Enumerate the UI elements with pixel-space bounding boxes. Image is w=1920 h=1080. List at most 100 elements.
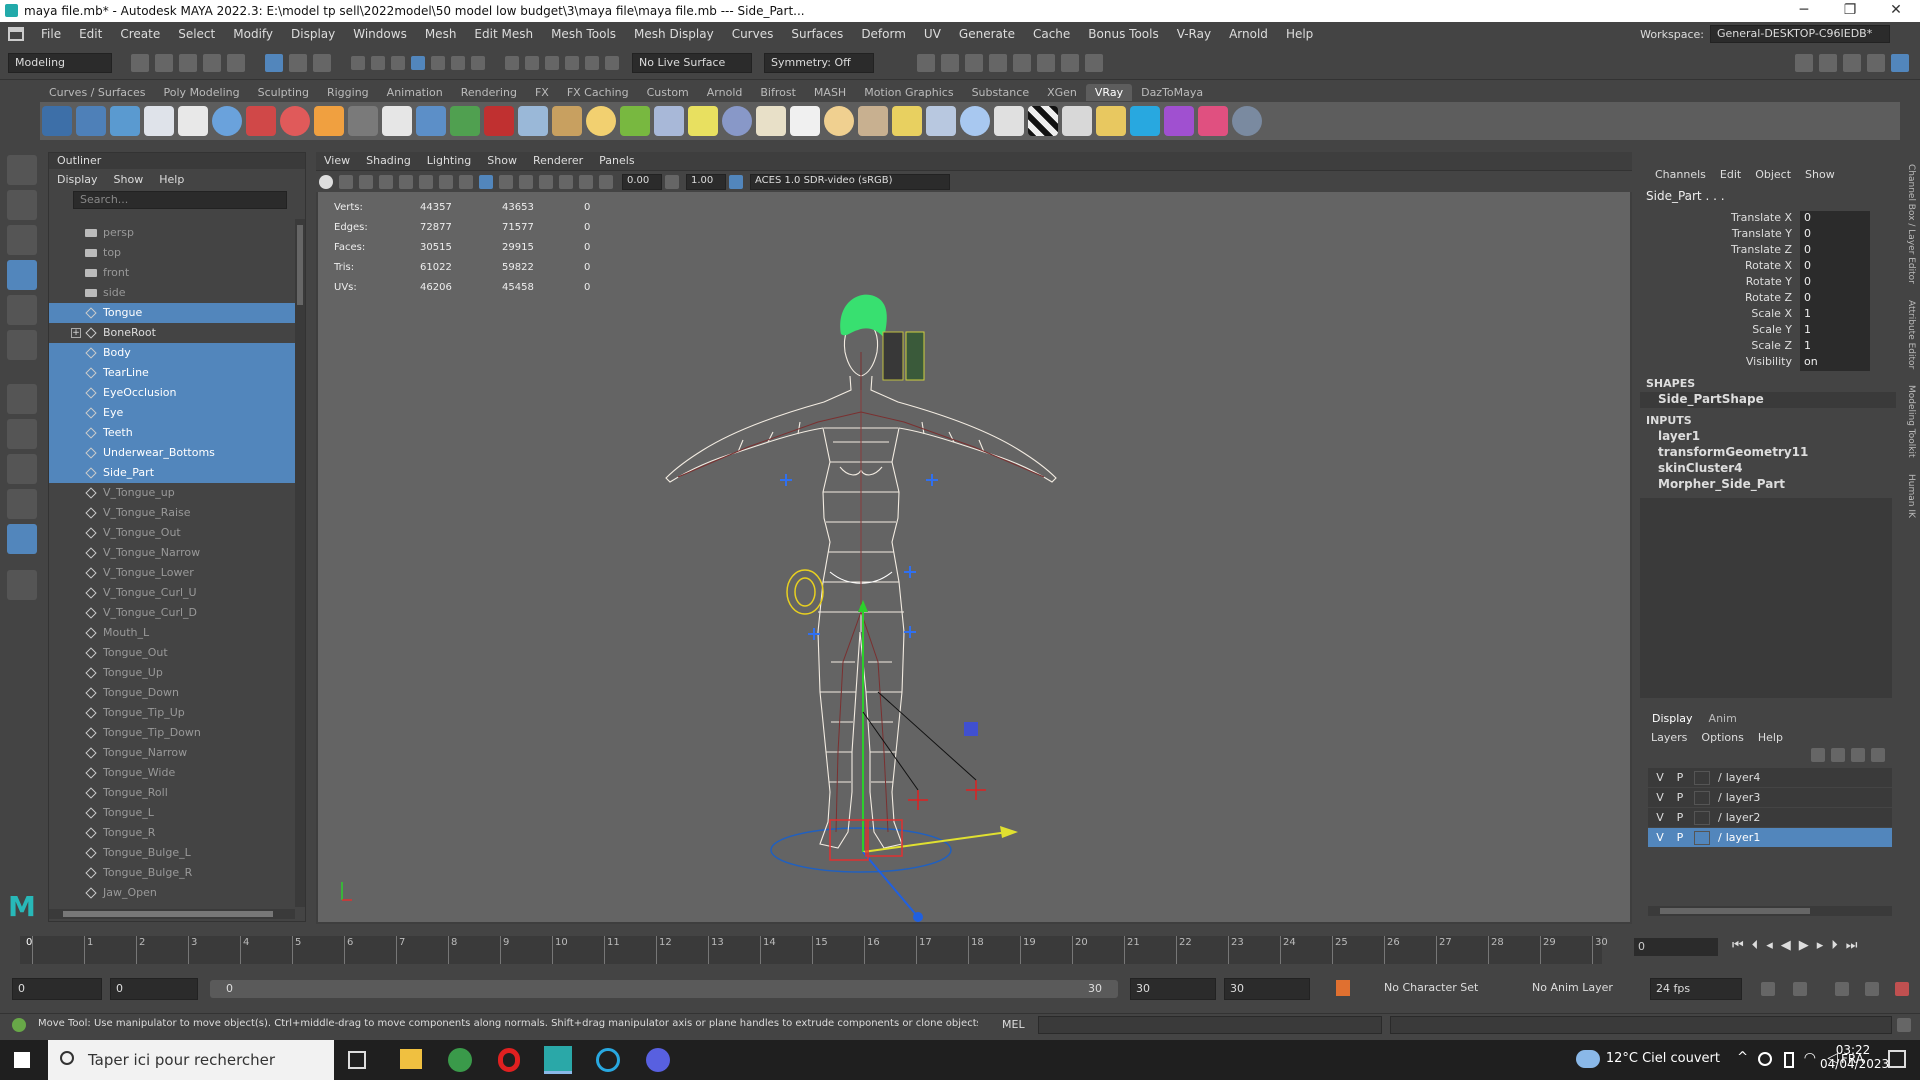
outliner-item[interactable]: V_Tongue_Raise bbox=[49, 503, 295, 523]
four-view-icon[interactable] bbox=[7, 454, 37, 484]
menu-help[interactable]: Help bbox=[1277, 22, 1322, 46]
shelf-tab-xgen[interactable]: XGen bbox=[1038, 84, 1086, 101]
render-settings-icon[interactable] bbox=[989, 53, 1007, 72]
input-icon[interactable] bbox=[545, 55, 559, 70]
outliner-item[interactable]: Teeth bbox=[49, 423, 295, 443]
step-forward-key-icon[interactable]: ⏵ bbox=[1831, 938, 1838, 953]
attribute-editor-icon[interactable] bbox=[1843, 54, 1861, 72]
mel-label[interactable]: MEL bbox=[1002, 1018, 1025, 1031]
select-component-icon[interactable] bbox=[313, 53, 331, 72]
search-icon[interactable] bbox=[7, 570, 37, 600]
step-back-frame-icon[interactable]: ◂ bbox=[1766, 938, 1773, 953]
viewport-menu-renderer[interactable]: Renderer bbox=[525, 152, 591, 170]
channel-attr-name[interactable]: Translate Y bbox=[1640, 227, 1800, 243]
step-back-key-icon[interactable]: ⏴ bbox=[1752, 938, 1759, 953]
cinema-app-icon[interactable] bbox=[596, 1048, 620, 1072]
channel-attr-name[interactable]: Rotate X bbox=[1640, 259, 1800, 275]
shelf-tab-motion-graphics[interactable]: Motion Graphics bbox=[855, 84, 962, 101]
move-layer-down-icon[interactable] bbox=[1831, 748, 1845, 762]
exposure-field[interactable]: 0.00 bbox=[622, 173, 662, 190]
input-node[interactable]: transformGeometry11 bbox=[1640, 445, 1896, 461]
channel-box-menu-object[interactable]: Object bbox=[1748, 168, 1798, 181]
move-tool-icon[interactable] bbox=[7, 260, 37, 290]
outliner-item[interactable]: Underwear_Bottoms bbox=[49, 443, 295, 463]
hair-mesh[interactable] bbox=[840, 294, 887, 338]
channel-box-menu-edit[interactable]: Edit bbox=[1713, 168, 1748, 181]
tray-chevron-icon[interactable]: ^ bbox=[1737, 1050, 1748, 1065]
layer-tab-display[interactable]: Display bbox=[1644, 710, 1701, 727]
outliner-item[interactable]: Tongue_Bulge_L bbox=[49, 843, 295, 863]
move-z-handle[interactable] bbox=[913, 912, 923, 922]
menu-bonus-tools[interactable]: Bonus Tools bbox=[1079, 22, 1167, 46]
face-gui-panel-b[interactable] bbox=[905, 331, 925, 381]
go-to-end-icon[interactable]: ⏭ bbox=[1846, 938, 1858, 953]
gamma-icon[interactable] bbox=[665, 174, 679, 189]
menu-curves[interactable]: Curves bbox=[723, 22, 783, 46]
move-y-handle[interactable] bbox=[858, 600, 868, 612]
outliner-item[interactable]: EyeOcclusion bbox=[49, 383, 295, 403]
channel-box-icon[interactable] bbox=[1891, 54, 1909, 72]
shelf-tab-mash[interactable]: MASH bbox=[805, 84, 855, 101]
shelf-tab-bifrost[interactable]: Bifrost bbox=[751, 84, 805, 101]
layer-color-swatch[interactable] bbox=[1694, 830, 1710, 845]
channel-attr-value[interactable]: 1 bbox=[1800, 307, 1870, 323]
vray-render-icon[interactable] bbox=[1037, 53, 1055, 72]
workspace-dropdown[interactable]: General-DESKTOP-C96IEDB* bbox=[1710, 25, 1890, 43]
playback-start-field[interactable]: 0 bbox=[110, 978, 198, 1000]
outliner-search-input[interactable]: Search... bbox=[73, 191, 287, 209]
menu-deform[interactable]: Deform bbox=[852, 22, 915, 46]
snap-plane-icon[interactable] bbox=[431, 55, 445, 70]
modeling-toolkit-icon[interactable] bbox=[1819, 54, 1837, 72]
task-view-icon[interactable] bbox=[348, 1051, 366, 1069]
viewport-menu-panels[interactable]: Panels bbox=[591, 152, 642, 170]
vray-globe-icon[interactable] bbox=[586, 106, 616, 136]
sound-icon[interactable] bbox=[1835, 982, 1849, 996]
channel-attr-value[interactable]: on bbox=[1800, 355, 1870, 371]
expand-icon[interactable]: + bbox=[71, 328, 81, 338]
outliner-item[interactable]: Tongue_Bulge_R bbox=[49, 863, 295, 883]
xray-icon[interactable] bbox=[559, 174, 573, 189]
vray-cloud-icon[interactable] bbox=[1130, 106, 1160, 136]
viewport-menu-show[interactable]: Show bbox=[479, 152, 525, 170]
symmetry-dropdown[interactable]: Symmetry: Off bbox=[764, 52, 874, 73]
clock[interactable]: 03:22 04/04/2023 bbox=[1820, 1043, 1889, 1071]
resolution-gate-icon[interactable] bbox=[439, 174, 453, 189]
layer-row[interactable]: V P / layer3 bbox=[1648, 788, 1892, 808]
channel-attr-row[interactable]: Scale X1 bbox=[1640, 307, 1896, 323]
file-explorer-icon[interactable] bbox=[400, 1049, 422, 1069]
outliner-item[interactable]: V_Tongue_up bbox=[49, 483, 295, 503]
outliner-item[interactable]: Mouth_L bbox=[49, 623, 295, 643]
menu-edit-mesh[interactable]: Edit Mesh bbox=[465, 22, 542, 46]
color-management-icon[interactable] bbox=[729, 174, 743, 189]
layer-tab-anim[interactable]: Anim bbox=[1701, 710, 1745, 727]
move-z-axis[interactable] bbox=[862, 851, 919, 918]
auto-key-icon[interactable] bbox=[1336, 980, 1350, 996]
play-backward-icon[interactable]: ◀ bbox=[1781, 938, 1791, 953]
save-scene-icon[interactable] bbox=[179, 53, 197, 72]
grid-icon[interactable] bbox=[399, 174, 413, 189]
shape-node[interactable]: Side_PartShape bbox=[1640, 392, 1896, 408]
vray-vision-icon[interactable] bbox=[1164, 106, 1194, 136]
vray-terrain-icon[interactable] bbox=[450, 106, 480, 136]
menu-windows[interactable]: Windows bbox=[344, 22, 416, 46]
vray-box-icon[interactable] bbox=[382, 106, 412, 136]
maya-taskbar-icon[interactable] bbox=[544, 1046, 572, 1074]
anim-prefs-icon[interactable] bbox=[1895, 982, 1909, 996]
maximize-button[interactable]: ❐ bbox=[1830, 2, 1870, 18]
input-node[interactable]: skinCluster4 bbox=[1640, 461, 1896, 477]
outliner-item[interactable]: + BoneRoot bbox=[49, 323, 295, 343]
outliner-item[interactable]: side bbox=[49, 283, 295, 303]
shadows-icon[interactable] bbox=[539, 174, 553, 189]
new-scene-icon[interactable] bbox=[131, 53, 149, 72]
vray-mesh-icon[interactable] bbox=[110, 106, 140, 136]
outliner-layout-icon[interactable] bbox=[7, 524, 37, 554]
bookmark-icon[interactable] bbox=[359, 174, 373, 189]
channel-attr-row[interactable]: Rotate X0 bbox=[1640, 259, 1896, 275]
taskbar-search-box[interactable]: Taper ici pour rechercher bbox=[48, 1040, 334, 1080]
menu-v-ray[interactable]: V-Ray bbox=[1168, 22, 1220, 46]
redo-icon[interactable] bbox=[227, 53, 245, 72]
menu-surfaces[interactable]: Surfaces bbox=[782, 22, 852, 46]
vray-frame-buffer-icon[interactable] bbox=[1062, 106, 1092, 136]
undo-icon[interactable] bbox=[203, 53, 221, 72]
sidebar-toggle-icon[interactable] bbox=[1795, 54, 1813, 72]
